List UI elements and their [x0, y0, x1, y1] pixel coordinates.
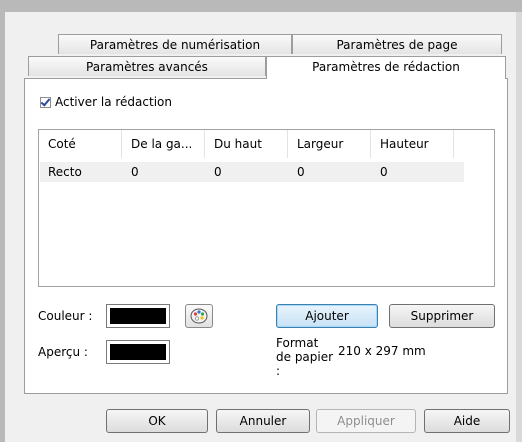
cell-side: Recto [48, 165, 82, 179]
ok-button[interactable]: OK [106, 409, 208, 433]
color-swatch-fill [110, 308, 166, 324]
cell-top: 0 [214, 165, 222, 179]
enable-redaction-label: Activer la rédaction [55, 95, 172, 109]
paper-format-value: 210 x 297 mm [338, 344, 426, 358]
color-picker-button[interactable] [185, 304, 213, 328]
delete-button[interactable]: Supprimer [389, 304, 495, 328]
tab-advanced-settings[interactable]: Paramètres avancés [28, 56, 266, 76]
apply-button: Appliquer [316, 409, 416, 433]
cell-height: 0 [380, 165, 388, 179]
preview-swatch [106, 340, 170, 364]
help-button[interactable]: Aide [424, 409, 510, 433]
color-palette-icon [190, 308, 208, 324]
color-swatch[interactable] [106, 304, 170, 328]
color-label: Couleur : [38, 309, 93, 323]
window-left-border [0, 12, 5, 442]
redaction-areas-list[interactable]: Coté De la ga... Du haut Largeur Hauteur… [38, 129, 495, 287]
enable-redaction-checkbox[interactable]: Activer la rédaction [40, 95, 172, 109]
tab-scan-settings[interactable]: Paramètres de numérisation [58, 34, 292, 54]
cell-left: 0 [131, 165, 139, 179]
table-row[interactable]: Recto 0 0 0 0 [40, 162, 464, 182]
cancel-button[interactable]: Annuler [216, 409, 310, 433]
paper-format-label: Format de papier : [276, 336, 334, 378]
cell-width: 0 [297, 165, 305, 179]
column-width[interactable]: Largeur [288, 130, 371, 158]
add-button[interactable]: Ajouter [276, 304, 378, 328]
column-top[interactable]: Du haut [205, 130, 288, 158]
preview-swatch-fill [110, 344, 166, 360]
column-side[interactable]: Coté [39, 130, 122, 158]
checkbox-check-icon [40, 96, 51, 108]
tab-page-settings[interactable]: Paramètres de page [292, 34, 502, 54]
window-top-border [0, 0, 522, 12]
window-right-border [516, 12, 522, 442]
column-left[interactable]: De la ga... [122, 130, 205, 158]
preview-label: Aperçu : [38, 345, 88, 359]
list-header: Coté De la ga... Du haut Largeur Hauteur [39, 130, 494, 158]
tab-redaction-settings[interactable]: Paramètres de rédaction [266, 56, 506, 79]
column-height[interactable]: Hauteur [371, 130, 454, 158]
